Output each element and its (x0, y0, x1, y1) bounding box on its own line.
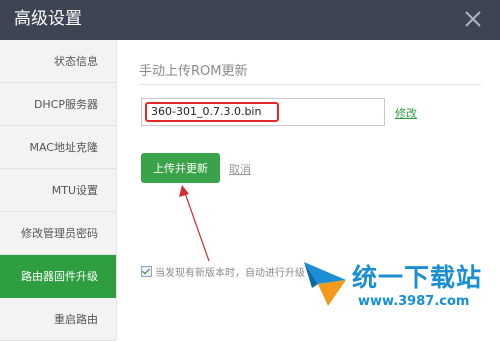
close-icon[interactable] (464, 10, 482, 28)
sidebar-item-admin-password[interactable]: 修改管理员密码 (0, 212, 116, 255)
sidebar-item-firmware-upgrade[interactable]: 路由器固件升级 (0, 255, 116, 298)
auto-upgrade-label: 当发现有新版本时，自动进行升级 (155, 268, 305, 279)
sidebar-item-mac-clone[interactable]: MAC地址克隆 (0, 126, 116, 169)
firmware-file-name: 360-301_0.7.3.0.bin (145, 102, 279, 122)
sidebar-item-reboot[interactable]: 重启路由 (0, 298, 116, 341)
watermark-url: www.3987.com (358, 294, 470, 309)
modify-link[interactable]: 修改 (395, 105, 417, 121)
section-divider (139, 84, 481, 85)
watermark-name: 统一下载站 (352, 263, 483, 292)
sidebar-item-status[interactable]: 状态信息 (0, 40, 116, 83)
firmware-file-field[interactable]: 360-301_0.7.3.0.bin (141, 98, 385, 126)
sidebar: 状态信息 DHCP服务器 MAC地址克隆 MTU设置 修改管理员密码 路由器固件… (0, 40, 117, 341)
arrow-annotation (179, 185, 210, 262)
cancel-link[interactable]: 取消 (229, 161, 251, 177)
window-title: 高级设置 (14, 9, 82, 29)
watermark-logo (304, 262, 346, 306)
section-title: 手动上传ROM更新 (139, 64, 248, 79)
title-bar: 高级设置 (0, 0, 500, 40)
sidebar-item-mtu[interactable]: MTU设置 (0, 169, 116, 212)
upload-update-button[interactable]: 上传并更新 (141, 153, 220, 183)
sidebar-item-dhcp[interactable]: DHCP服务器 (0, 83, 116, 126)
auto-upgrade-checkbox[interactable] (141, 266, 152, 277)
auto-upgrade-row: 当发现有新版本时，自动进行升级 (141, 264, 305, 279)
watermark: 统一下载站 www.3987.com (302, 252, 498, 322)
